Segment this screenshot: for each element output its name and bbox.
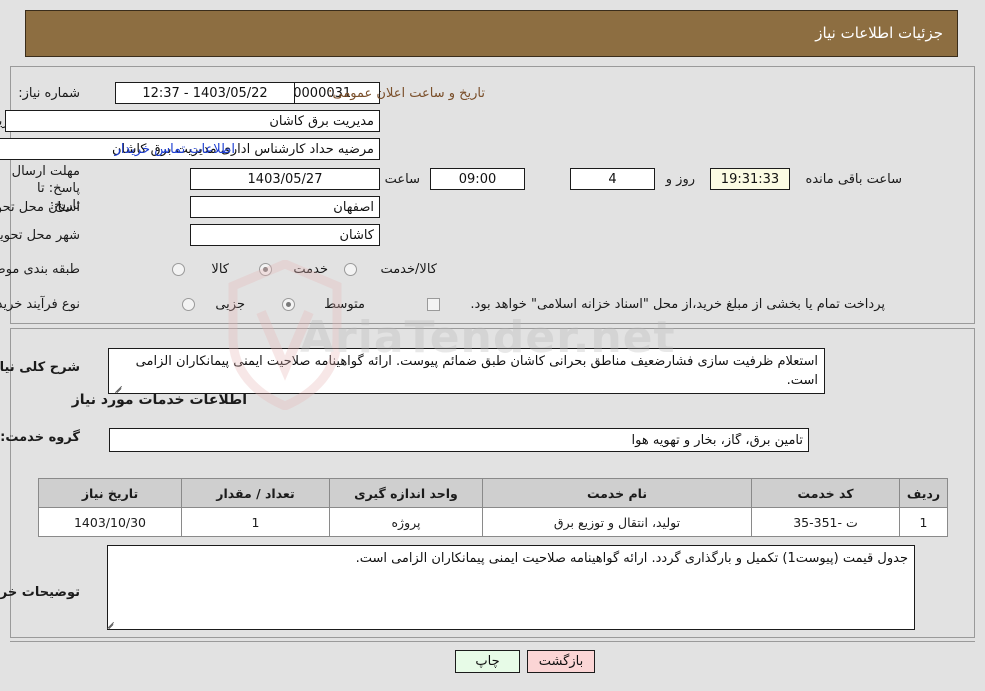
- radio-process-minor[interactable]: [182, 298, 195, 311]
- cell-service-code: ت -351-35: [751, 507, 900, 537]
- remaining-time-field[interactable]: [710, 168, 790, 190]
- col-service-name: نام خدمت: [482, 478, 752, 508]
- classification-label: طبقه بندی موضوعی:: [0, 262, 80, 277]
- col-unit: واحد اندازه گیری: [329, 478, 483, 508]
- radio-classification-goods-service-label: کالا/خدمت: [380, 262, 437, 277]
- buyer-notes-textarea[interactable]: [107, 545, 915, 630]
- announce-datetime-label: تاریخ و ساعت اعلان عمومی:: [328, 86, 485, 101]
- process-type-label: نوع فرآیند خرید :: [0, 297, 80, 312]
- radio-classification-goods[interactable]: [172, 263, 185, 276]
- radio-classification-service-label: خدمت: [293, 262, 328, 277]
- col-service-code: کد خدمت: [751, 478, 900, 508]
- deadline-time-label: ساعت: [384, 172, 420, 187]
- col-need-date: تاریخ نیاز: [38, 478, 182, 508]
- province-field[interactable]: [190, 196, 380, 218]
- print-button[interactable]: چاپ: [455, 650, 520, 673]
- remaining-time-label: ساعت باقی مانده: [805, 172, 902, 187]
- buyer-notes-label: توضیحات خریدار:: [0, 585, 80, 600]
- treasury-bond-label: پرداخت تمام یا بخشی از مبلغ خرید،از محل …: [470, 297, 885, 312]
- services-table: ردیف کد خدمت نام خدمت واحد اندازه گیری ت…: [38, 478, 948, 537]
- radio-classification-goods-service[interactable]: [344, 263, 357, 276]
- services-section-title: اطلاعات خدمات مورد نیاز: [71, 392, 247, 408]
- col-row-no: ردیف: [899, 478, 948, 508]
- service-group-label: گروه خدمت:: [0, 430, 80, 445]
- buyer-contact-link[interactable]: اطلاعات تماس خریدار: [115, 142, 235, 157]
- city-field[interactable]: [190, 224, 380, 246]
- table-header-row: ردیف کد خدمت نام خدمت واحد اندازه گیری ت…: [38, 478, 948, 508]
- deadline-date-field[interactable]: [190, 168, 380, 190]
- treasury-bond-checkbox[interactable]: [427, 298, 440, 311]
- summary-label: شرح کلی نیاز:: [0, 360, 80, 375]
- cell-row-no: 1: [899, 507, 948, 537]
- announce-datetime-field[interactable]: [115, 82, 295, 104]
- radio-process-medium[interactable]: [282, 298, 295, 311]
- remaining-days-label: روز و: [665, 172, 695, 187]
- deadline-time-field[interactable]: [430, 168, 525, 190]
- radio-process-medium-label: متوسط: [324, 297, 365, 312]
- cell-need-date: 1403/10/30: [38, 507, 182, 537]
- page-root: جزئیات اطلاعات نیاز شماره نیاز: تاریخ و …: [0, 0, 985, 691]
- page-title: جزئیات اطلاعات نیاز: [815, 24, 943, 42]
- cell-unit: پروژه: [329, 507, 483, 537]
- col-quantity: تعداد / مقدار: [181, 478, 330, 508]
- need-summary-panel: [10, 66, 975, 324]
- service-group-field[interactable]: [109, 428, 809, 452]
- buyer-org-field[interactable]: [5, 110, 380, 132]
- radio-classification-service[interactable]: [259, 263, 272, 276]
- back-button[interactable]: بازگشت: [527, 650, 595, 673]
- need-number-label: شماره نیاز:: [18, 86, 80, 101]
- radio-classification-goods-label: کالا: [211, 262, 229, 277]
- radio-process-minor-label: جزیی: [215, 297, 245, 312]
- footer-divider: [10, 641, 975, 642]
- summary-textarea[interactable]: [108, 348, 825, 394]
- remaining-days-field[interactable]: [570, 168, 655, 190]
- page-header: جزئیات اطلاعات نیاز: [25, 10, 958, 57]
- cell-quantity: 1: [181, 507, 330, 537]
- cell-service-name: تولید، انتقال و توزیع برق: [482, 507, 752, 537]
- province-label: استان محل تحویل:: [0, 200, 80, 215]
- city-label: شهر محل تحویل:: [0, 228, 80, 243]
- table-row[interactable]: 1 ت -351-35 تولید، انتقال و توزیع برق پر…: [38, 507, 948, 537]
